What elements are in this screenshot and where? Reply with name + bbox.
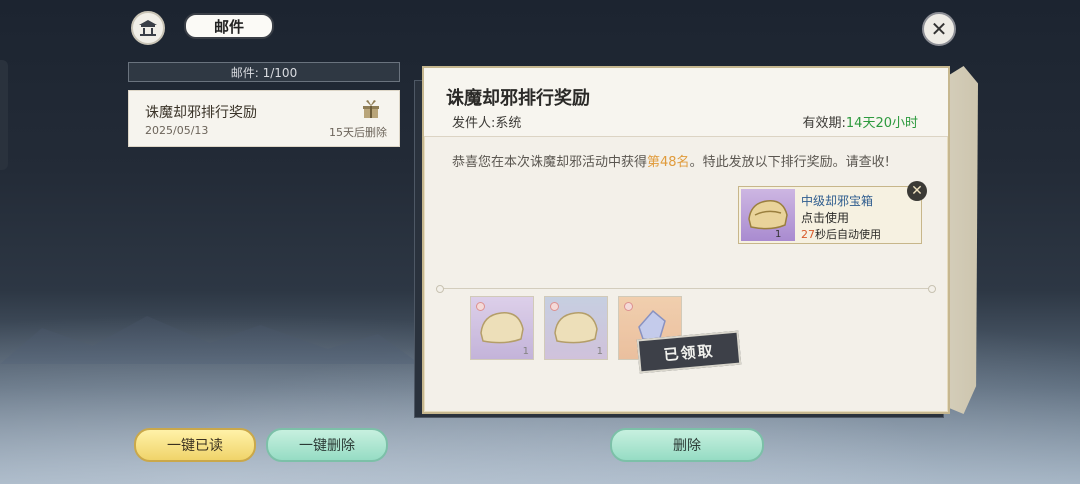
- divider: [436, 285, 936, 293]
- item-tooltip[interactable]: 1 中级却邪宝箱 点击使用 27秒后自动使用 ✕: [738, 181, 927, 244]
- read-all-button[interactable]: 一键已读: [134, 428, 256, 462]
- pavilion-icon: [139, 20, 157, 36]
- item-use-label: 点击使用: [801, 211, 850, 225]
- item-tooltip-close-button[interactable]: ✕: [907, 181, 927, 201]
- close-icon: ✕: [930, 17, 948, 41]
- mail-body: 恭喜您在本次诛魔却邪活动中获得第48名。特此发放以下排行奖励。请查收!: [452, 152, 917, 174]
- page-title: 邮件: [184, 13, 274, 39]
- mail-subject: 诛魔却邪排行奖励: [145, 105, 257, 121]
- auto-use-seconds: 27: [801, 228, 815, 241]
- body-text-after: 。特此发放以下排行奖励。请查收!: [689, 155, 890, 170]
- mail-date: 2025/05/13: [145, 124, 209, 137]
- mail-detail-title: 诛魔却邪排行奖励: [446, 88, 590, 109]
- item-name: 中级却邪宝箱: [801, 194, 874, 208]
- validity-value: 14天20小时: [845, 116, 918, 131]
- body-text-before: 恭喜您在本次诛魔却邪活动中获得: [452, 155, 648, 170]
- treasure-chest-icon: [741, 189, 795, 241]
- left-edge-tab: [0, 60, 8, 170]
- gift-icon: [363, 100, 379, 118]
- rarity-dot: [550, 302, 559, 311]
- mail-validity: 有效期:14天20小时: [803, 112, 918, 131]
- item-qty: 1: [775, 229, 782, 240]
- rarity-dot: [476, 302, 485, 311]
- auto-use-text: 秒后自动使用: [815, 228, 881, 241]
- close-button[interactable]: ✕: [922, 12, 956, 46]
- rank-value: 第48名: [647, 155, 690, 170]
- mail-list-item[interactable]: 诛魔却邪排行奖励 2025/05/13 15天后删除: [128, 90, 400, 147]
- delete-all-button[interactable]: 一键删除: [266, 428, 388, 462]
- rarity-dot: [624, 302, 633, 311]
- mail-detail-header: 诛魔却邪排行奖励 发件人:系统 有效期:14天20小时: [424, 68, 948, 137]
- reward-slot[interactable]: 1: [544, 296, 608, 360]
- mail-detail-panel: 诛魔却邪排行奖励 发件人:系统 有效期:14天20小时 恭喜您在本次诛魔却邪活动…: [422, 66, 950, 414]
- close-icon: ✕: [911, 183, 923, 199]
- reward-qty: 1: [596, 346, 603, 357]
- mail-count: 邮件: 1/100: [128, 62, 400, 82]
- reward-slot[interactable]: 1: [470, 296, 534, 360]
- reward-qty: 1: [522, 346, 529, 357]
- delete-button[interactable]: 删除: [610, 428, 764, 462]
- mail-expire: 15天后删除: [329, 126, 387, 139]
- validity-label: 有效期:: [802, 116, 846, 131]
- mail-sender: 发件人:系统: [452, 116, 522, 131]
- item-auto-use: 27秒后自动使用: [801, 226, 881, 242]
- home-button[interactable]: [131, 11, 165, 45]
